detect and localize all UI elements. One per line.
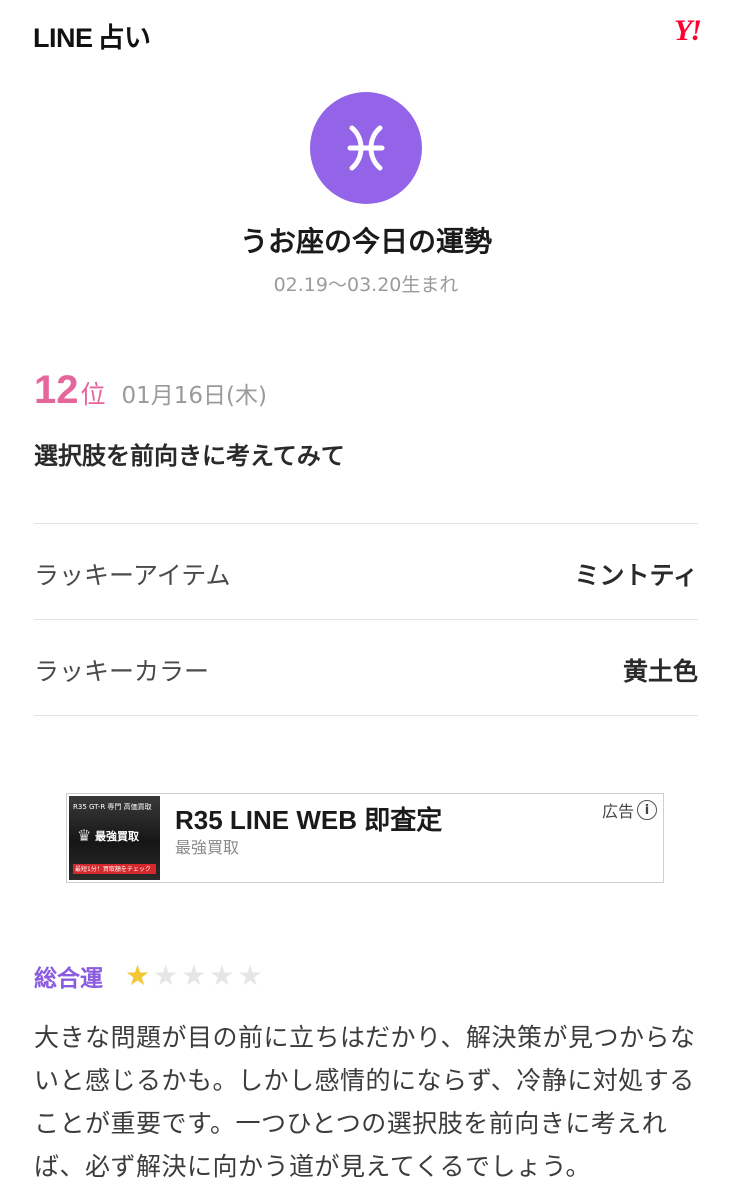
line-uranai-logo[interactable]: LINE 占い [33,16,151,55]
lucky-item-value: ミントティ [574,561,698,590]
app-header: LINE 占い Y! [0,0,732,64]
zodiac-badge [310,92,422,204]
yahoo-logo[interactable]: Y! [674,14,702,48]
lucky-color-label: ラッキーカラー [34,657,210,686]
fortune-headline: 選択肢を前向きに考えてみて [34,442,345,470]
fortune-date: 01月16日(木) [121,383,267,409]
rank-number: 12 [34,368,79,412]
lucky-item-label: ラッキーアイテム [34,561,231,590]
ad-title[interactable]: R35 LINE WEB 即査定 [175,800,442,837]
rank-unit: 位 [80,380,106,409]
star-rating: ★ ★ ★ ★ ★ [125,961,263,991]
lucky-item-row: ラッキーアイテム ミントティ [34,524,698,619]
ranking-row: 12位 01月16日(木) [34,368,267,418]
logo-uranai-text: 占い [97,23,152,54]
ad-advertiser: 最強買取 [175,838,240,857]
star-icon: ★ [181,959,207,992]
ad-label-text: 広告 [601,802,634,821]
page-title: うお座の今日の運勢 [239,225,492,258]
pisces-icon [347,125,385,171]
ad-banner[interactable]: R35 GT-R 専門 高価買取 ♛ 最強買取 最短1分！買取額をチェック R3… [66,793,664,883]
birth-date-range: 02.19〜03.20生まれ [273,274,459,296]
lucky-color-value: 黄土色 [622,657,698,686]
crown-icon: ♛ [77,826,92,845]
ad-thumb-caption: R35 GT-R 専門 高価買取 [73,803,152,811]
star-icon: ★ [153,959,179,992]
overall-fortune-label: 総合運 [34,966,103,992]
divider [34,715,698,716]
info-icon[interactable]: i [637,800,657,820]
lucky-color-row: ラッキーカラー 黄土色 [34,620,698,715]
ad-thumb-brand: 最強買取 [95,830,139,843]
star-icon: ★ [125,959,151,992]
ad-thumb-cta: 最短1分！買取額をチェック [75,866,151,873]
star-icon: ★ [237,959,263,992]
ad-label[interactable]: 広告 i [602,798,657,822]
logo-line-text: LINE [33,23,93,53]
star-icon: ★ [209,959,235,992]
ad-thumbnail[interactable]: R35 GT-R 専門 高価買取 ♛ 最強買取 最短1分！買取額をチェック [69,796,160,880]
overall-fortune-text: 大きな問題が目の前に立ちはだかり、解決策が見つからないと感じるかも。しかし感情的… [34,1023,696,1181]
overall-fortune-header: 総合運 ★ ★ ★ ★ ★ [34,958,263,994]
